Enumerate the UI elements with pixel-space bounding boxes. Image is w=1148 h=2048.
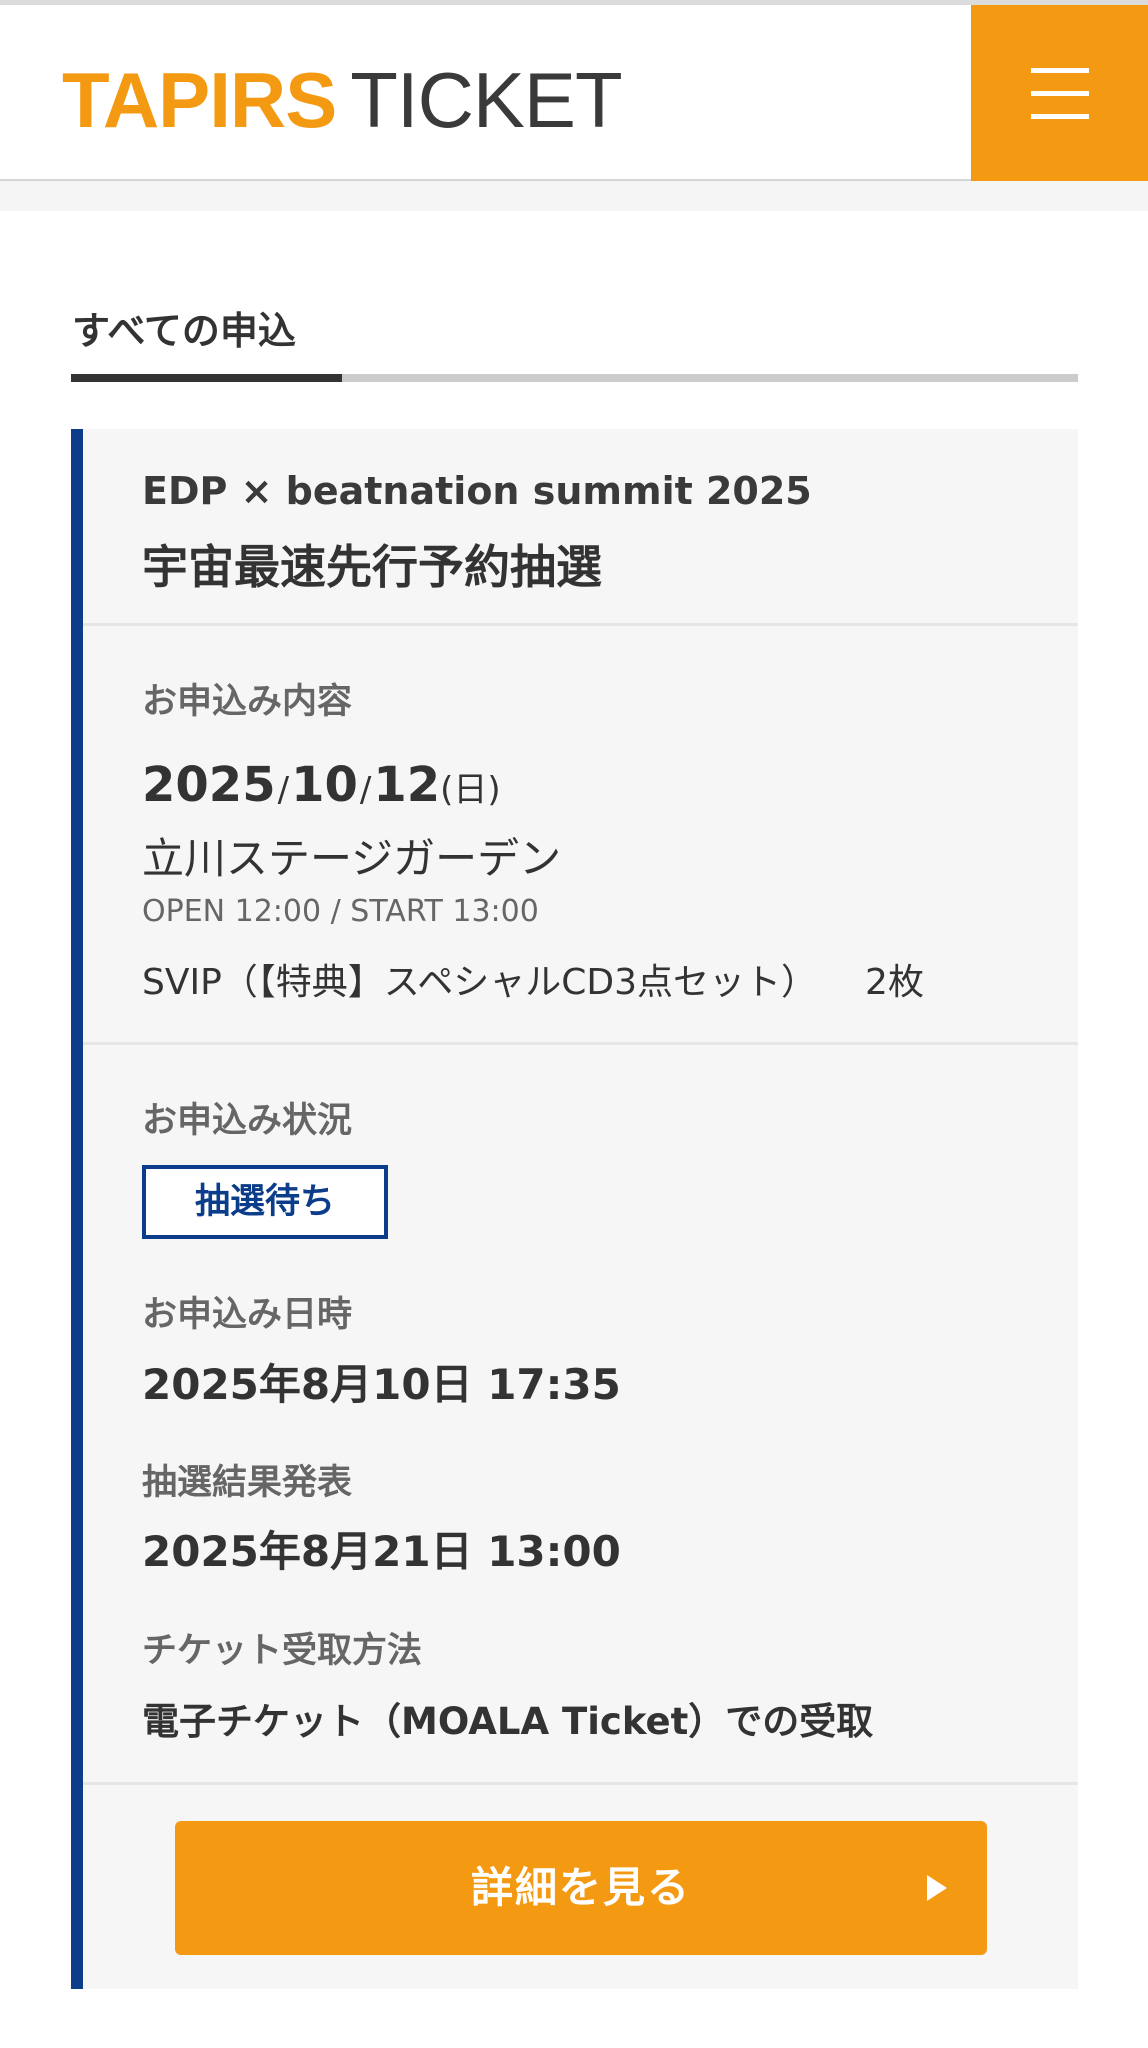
view-details-button[interactable]: 詳細を見る xyxy=(175,1821,987,1955)
site-logo[interactable]: TAPIRS TICKET xyxy=(62,55,623,145)
event-subtitle: EDP × beatnation summit 2025 xyxy=(142,469,812,513)
status-label: お申込み状況 xyxy=(142,1101,353,1141)
date-day: 12 xyxy=(373,757,441,813)
site-header: TAPIRS TICKET xyxy=(0,5,1148,181)
status-badge: 抽選待ち xyxy=(142,1165,388,1239)
event-title: 宇宙最速先行予約抽選 xyxy=(142,540,602,594)
result-announcement-value: 2025年8月21日 13:00 xyxy=(142,1527,621,1576)
section-divider xyxy=(83,1782,1078,1785)
menu-bar-line xyxy=(1031,114,1089,119)
hamburger-menu-button[interactable] xyxy=(971,5,1148,181)
section-divider xyxy=(83,1042,1078,1045)
content-label: お申込み内容 xyxy=(142,682,353,722)
open-start-times: OPEN 12:00 / START 13:00 xyxy=(142,894,539,929)
date-separator: / xyxy=(277,770,290,810)
menu-bar-line xyxy=(1031,68,1089,73)
date-weekday: (日) xyxy=(440,770,501,810)
header-shadow-strip xyxy=(0,181,1148,211)
ticket-count: 2枚 xyxy=(865,962,924,1003)
date-month: 10 xyxy=(291,757,358,813)
view-details-label: 詳細を見る xyxy=(470,1863,691,1912)
logo-sub-text: TICKET xyxy=(350,56,622,144)
tab-active-indicator xyxy=(71,374,342,382)
date-year: 2025 xyxy=(142,757,276,813)
receive-method-value: 電子チケット（MOALA Ticket）での受取 xyxy=(142,1700,874,1743)
performance-date: 2025/10/12(日) xyxy=(142,757,501,813)
date-separator: / xyxy=(359,770,372,810)
applied-at-label: お申込み日時 xyxy=(142,1295,353,1335)
result-announcement-label: 抽選結果発表 xyxy=(142,1463,353,1503)
ticket-line: SVIP（【特典】スペシャルCD3点セット） 2枚 xyxy=(142,953,924,1005)
section-divider xyxy=(83,623,1078,626)
venue-name: 立川ステージガーデン xyxy=(142,834,562,883)
application-card: EDP × beatnation summit 2025 宇宙最速先行予約抽選 … xyxy=(71,429,1078,1989)
play-arrow-icon xyxy=(927,1875,947,1901)
menu-bar-line xyxy=(1031,91,1089,96)
logo-brand-text: TAPIRS xyxy=(62,56,337,144)
tab-all-applications[interactable]: すべての申込 xyxy=(72,300,296,355)
ticket-type: SVIP（【特典】スペシャルCD3点セット） xyxy=(142,962,818,1003)
receive-method-label: チケット受取方法 xyxy=(142,1631,423,1671)
applied-at-value: 2025年8月10日 17:35 xyxy=(142,1360,621,1409)
